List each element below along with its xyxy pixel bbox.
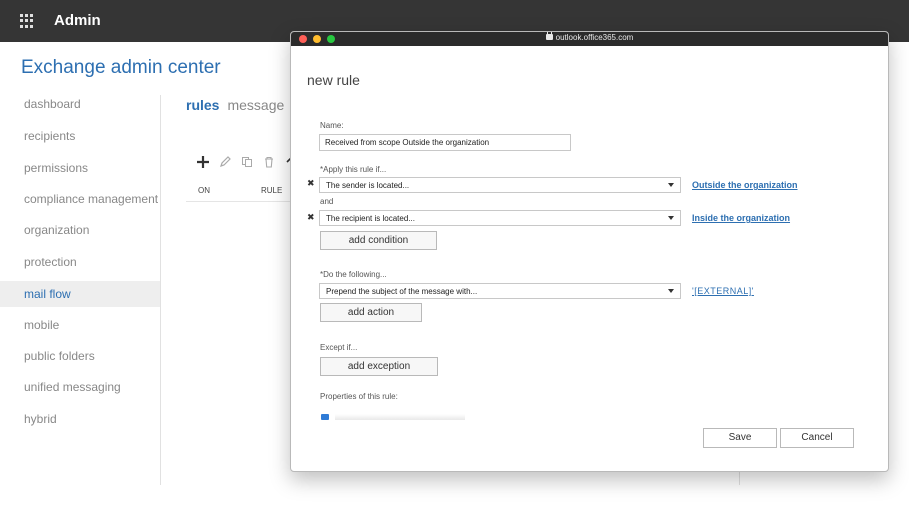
add-condition-button[interactable]: add condition (320, 231, 437, 250)
apply-rule-label: *Apply this rule if... (320, 165, 387, 174)
properties-label: Properties of this rule: (320, 392, 398, 401)
sidebar-item-mobile[interactable]: mobile (0, 312, 160, 338)
tab-rules[interactable]: rules (186, 97, 219, 113)
chevron-down-icon (668, 183, 674, 187)
do-following-label: *Do the following... (320, 270, 387, 279)
trash-icon[interactable] (262, 155, 276, 169)
action-value: Prepend the subject of the message with.… (326, 287, 478, 296)
action-parameter-link[interactable]: '[EXTERNAL]' (692, 286, 754, 296)
header-title: Admin (54, 12, 101, 29)
url-text: outlook.office365.com (555, 33, 634, 42)
add-action-button[interactable]: add action (320, 303, 422, 322)
condition-1-parameter-link[interactable]: Outside the organization (692, 180, 798, 190)
sidebar-item-mail-flow[interactable]: mail flow (0, 281, 160, 307)
browser-title-bar: outlook.office365.com (291, 32, 888, 46)
condition-2-select[interactable]: The recipient is located... (319, 210, 681, 226)
chevron-down-icon (668, 289, 674, 293)
remove-condition-1-icon[interactable]: ✖ (307, 178, 315, 189)
condition-1-value: The sender is located... (326, 181, 410, 190)
save-button[interactable]: Save (703, 428, 777, 448)
sidebar-item-organization[interactable]: organization (0, 217, 160, 243)
copy-icon[interactable] (240, 155, 254, 169)
sidebar-divider (160, 95, 161, 485)
remove-condition-2-icon[interactable]: ✖ (307, 212, 315, 223)
chevron-down-icon (668, 216, 674, 220)
name-label: Name: (320, 121, 344, 130)
pencil-icon[interactable] (218, 155, 232, 169)
sidebar-item-dashboard[interactable]: dashboard (0, 91, 160, 117)
address-bar: outlook.office365.com (291, 32, 888, 42)
condition-2-value: The recipient is located... (326, 214, 415, 223)
except-if-label: Except if... (320, 343, 358, 352)
plus-icon[interactable] (196, 155, 210, 169)
condition-2-parameter-link[interactable]: Inside the organization (692, 213, 790, 223)
action-select[interactable]: Prepend the subject of the message with.… (319, 283, 681, 299)
rule-name-input[interactable] (319, 134, 571, 151)
sidebar-item-protection[interactable]: protection (0, 249, 160, 275)
sidebar-item-unified-messaging[interactable]: unified messaging (0, 374, 160, 400)
page-title: Exchange admin center (21, 57, 221, 78)
lock-icon (545, 32, 553, 40)
rules-table-header: ON RULE (186, 180, 296, 202)
column-header-on[interactable]: ON (198, 186, 210, 195)
cancel-button[interactable]: Cancel (780, 428, 854, 448)
sidebar-item-hybrid[interactable]: hybrid (0, 406, 160, 432)
condition-1-select[interactable]: The sender is located... (319, 177, 681, 193)
add-exception-button[interactable]: add exception (320, 357, 438, 376)
dialog-title: new rule (307, 72, 360, 88)
new-rule-dialog: outlook.office365.com new rule Name: *Ap… (290, 31, 889, 472)
sidebar-item-compliance-management[interactable]: compliance management (0, 186, 160, 212)
and-label: and (320, 197, 334, 206)
app-launcher-icon[interactable] (20, 14, 34, 28)
property-checkbox[interactable] (321, 414, 329, 420)
sidebar-item-recipients[interactable]: recipients (0, 123, 160, 149)
sidebar-item-public-folders[interactable]: public folders (0, 343, 160, 369)
property-faded-text (335, 414, 465, 420)
tab-message-trace[interactable]: message (227, 97, 284, 113)
column-header-rule[interactable]: RULE (261, 186, 282, 195)
content-tabs: rules message (186, 97, 284, 113)
sidebar-item-permissions[interactable]: permissions (0, 155, 160, 181)
